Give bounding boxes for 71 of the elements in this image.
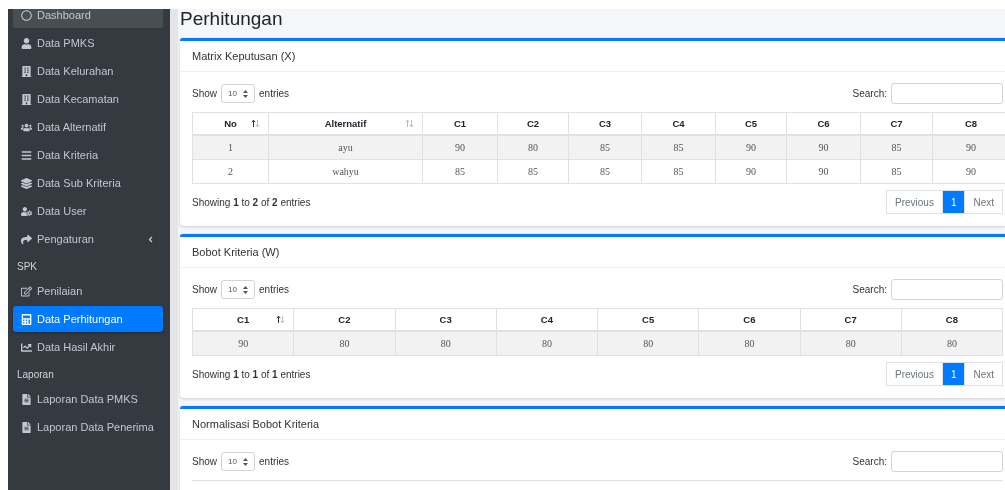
table-cell: 80	[496, 331, 598, 356]
share-arrow-icon	[21, 233, 32, 245]
building-icon	[21, 65, 32, 77]
user-icon	[21, 37, 32, 49]
sidebar-item[interactable]: Data Sub Kriteria	[13, 170, 163, 196]
table-cell: 2	[192, 159, 269, 184]
sidebar-item[interactable]: Data Kecamatan	[13, 86, 163, 112]
pagination-button[interactable]: 1	[941, 362, 966, 386]
card-title: Bobot Kriteria (W)	[192, 246, 280, 258]
document-icon	[21, 421, 32, 433]
search-label: Search:	[852, 456, 887, 467]
show-label: Show	[192, 88, 217, 99]
entries-label: entries	[259, 88, 290, 99]
card-title: Matrix Keputusan (X)	[192, 50, 296, 62]
table-cell: wahyu	[268, 159, 423, 184]
table-cell: 80	[800, 331, 902, 356]
sidebar-item[interactable]: Laporan Data Penerima	[13, 414, 163, 440]
entries-label: entries	[259, 456, 290, 467]
sidebar-section-header: Laporan	[16, 367, 55, 382]
calculator-icon	[21, 313, 32, 325]
table-cell: 80	[597, 331, 699, 356]
layers-icon	[21, 177, 32, 189]
sidebar-item[interactable]: Data Alternatif	[13, 114, 163, 140]
sidebar-item[interactable]: Data PMKS	[13, 30, 163, 56]
search-field[interactable]	[891, 279, 1003, 300]
sidebar-item[interactable]: Data Hasil Akhir	[13, 334, 163, 360]
updown-caret-icon	[243, 89, 248, 98]
table-cell: 80	[293, 331, 395, 356]
card-title: Normalisasi Bobot Kriteria	[192, 418, 320, 430]
search-label: Search:	[852, 88, 887, 99]
pagination-button[interactable]: Next	[964, 190, 1003, 214]
updown-caret-icon	[243, 285, 248, 294]
table-cell: 80	[901, 331, 1003, 356]
sidebar-section-header: SPK	[16, 259, 38, 274]
sidebar-item[interactable]: Penilaian	[13, 278, 163, 304]
entries-info: Showing 1 to 2 of 2 entries	[192, 196, 311, 208]
table-cell: 1	[192, 135, 269, 160]
page-size-select[interactable]: 10	[221, 84, 255, 103]
sidebar-item[interactable]: Laporan Data PMKS	[13, 386, 163, 412]
pagination-button[interactable]: Previous	[885, 362, 943, 386]
table-cell: 80	[698, 331, 800, 356]
line-chart-icon	[21, 341, 32, 353]
search-field[interactable]	[891, 451, 1003, 472]
pagination-button[interactable]: Previous	[885, 190, 943, 214]
sidebar-item[interactable]: Data User	[13, 198, 163, 224]
entries-label: entries	[259, 284, 290, 295]
show-label: Show	[192, 456, 217, 467]
sidebar-item[interactable]: Data Kelurahan	[13, 58, 163, 84]
page-size-select[interactable]: 10	[221, 452, 255, 471]
document-icon	[21, 393, 32, 405]
user-gear-icon	[21, 205, 32, 217]
table-cell: ayu	[268, 135, 423, 160]
pagination-button[interactable]: Next	[964, 362, 1003, 386]
building-icon	[21, 93, 32, 105]
sidebar-item[interactable]: Pengaturan	[13, 226, 163, 252]
show-label: Show	[192, 284, 217, 295]
page-title: Perhitungan	[180, 9, 284, 31]
users-icon	[21, 121, 32, 133]
menu-icon	[21, 149, 32, 161]
pagination-button[interactable]: 1	[941, 190, 966, 214]
sidebar-item[interactable]: Data Kriteria	[13, 142, 163, 168]
sidebar-item[interactable]: Data Perhitungan	[13, 306, 163, 332]
table-cell: 90	[192, 331, 294, 356]
edit-icon	[21, 285, 32, 297]
updown-caret-icon	[243, 457, 248, 466]
sidebar-item[interactable]: Dashboard	[13, 9, 163, 28]
entries-info: Showing 1 to 1 of 1 entries	[192, 368, 311, 380]
search-field[interactable]	[891, 83, 1003, 104]
table-cell: 80	[395, 331, 497, 356]
page-size-select[interactable]: 10	[221, 280, 255, 299]
search-label: Search:	[852, 284, 887, 295]
